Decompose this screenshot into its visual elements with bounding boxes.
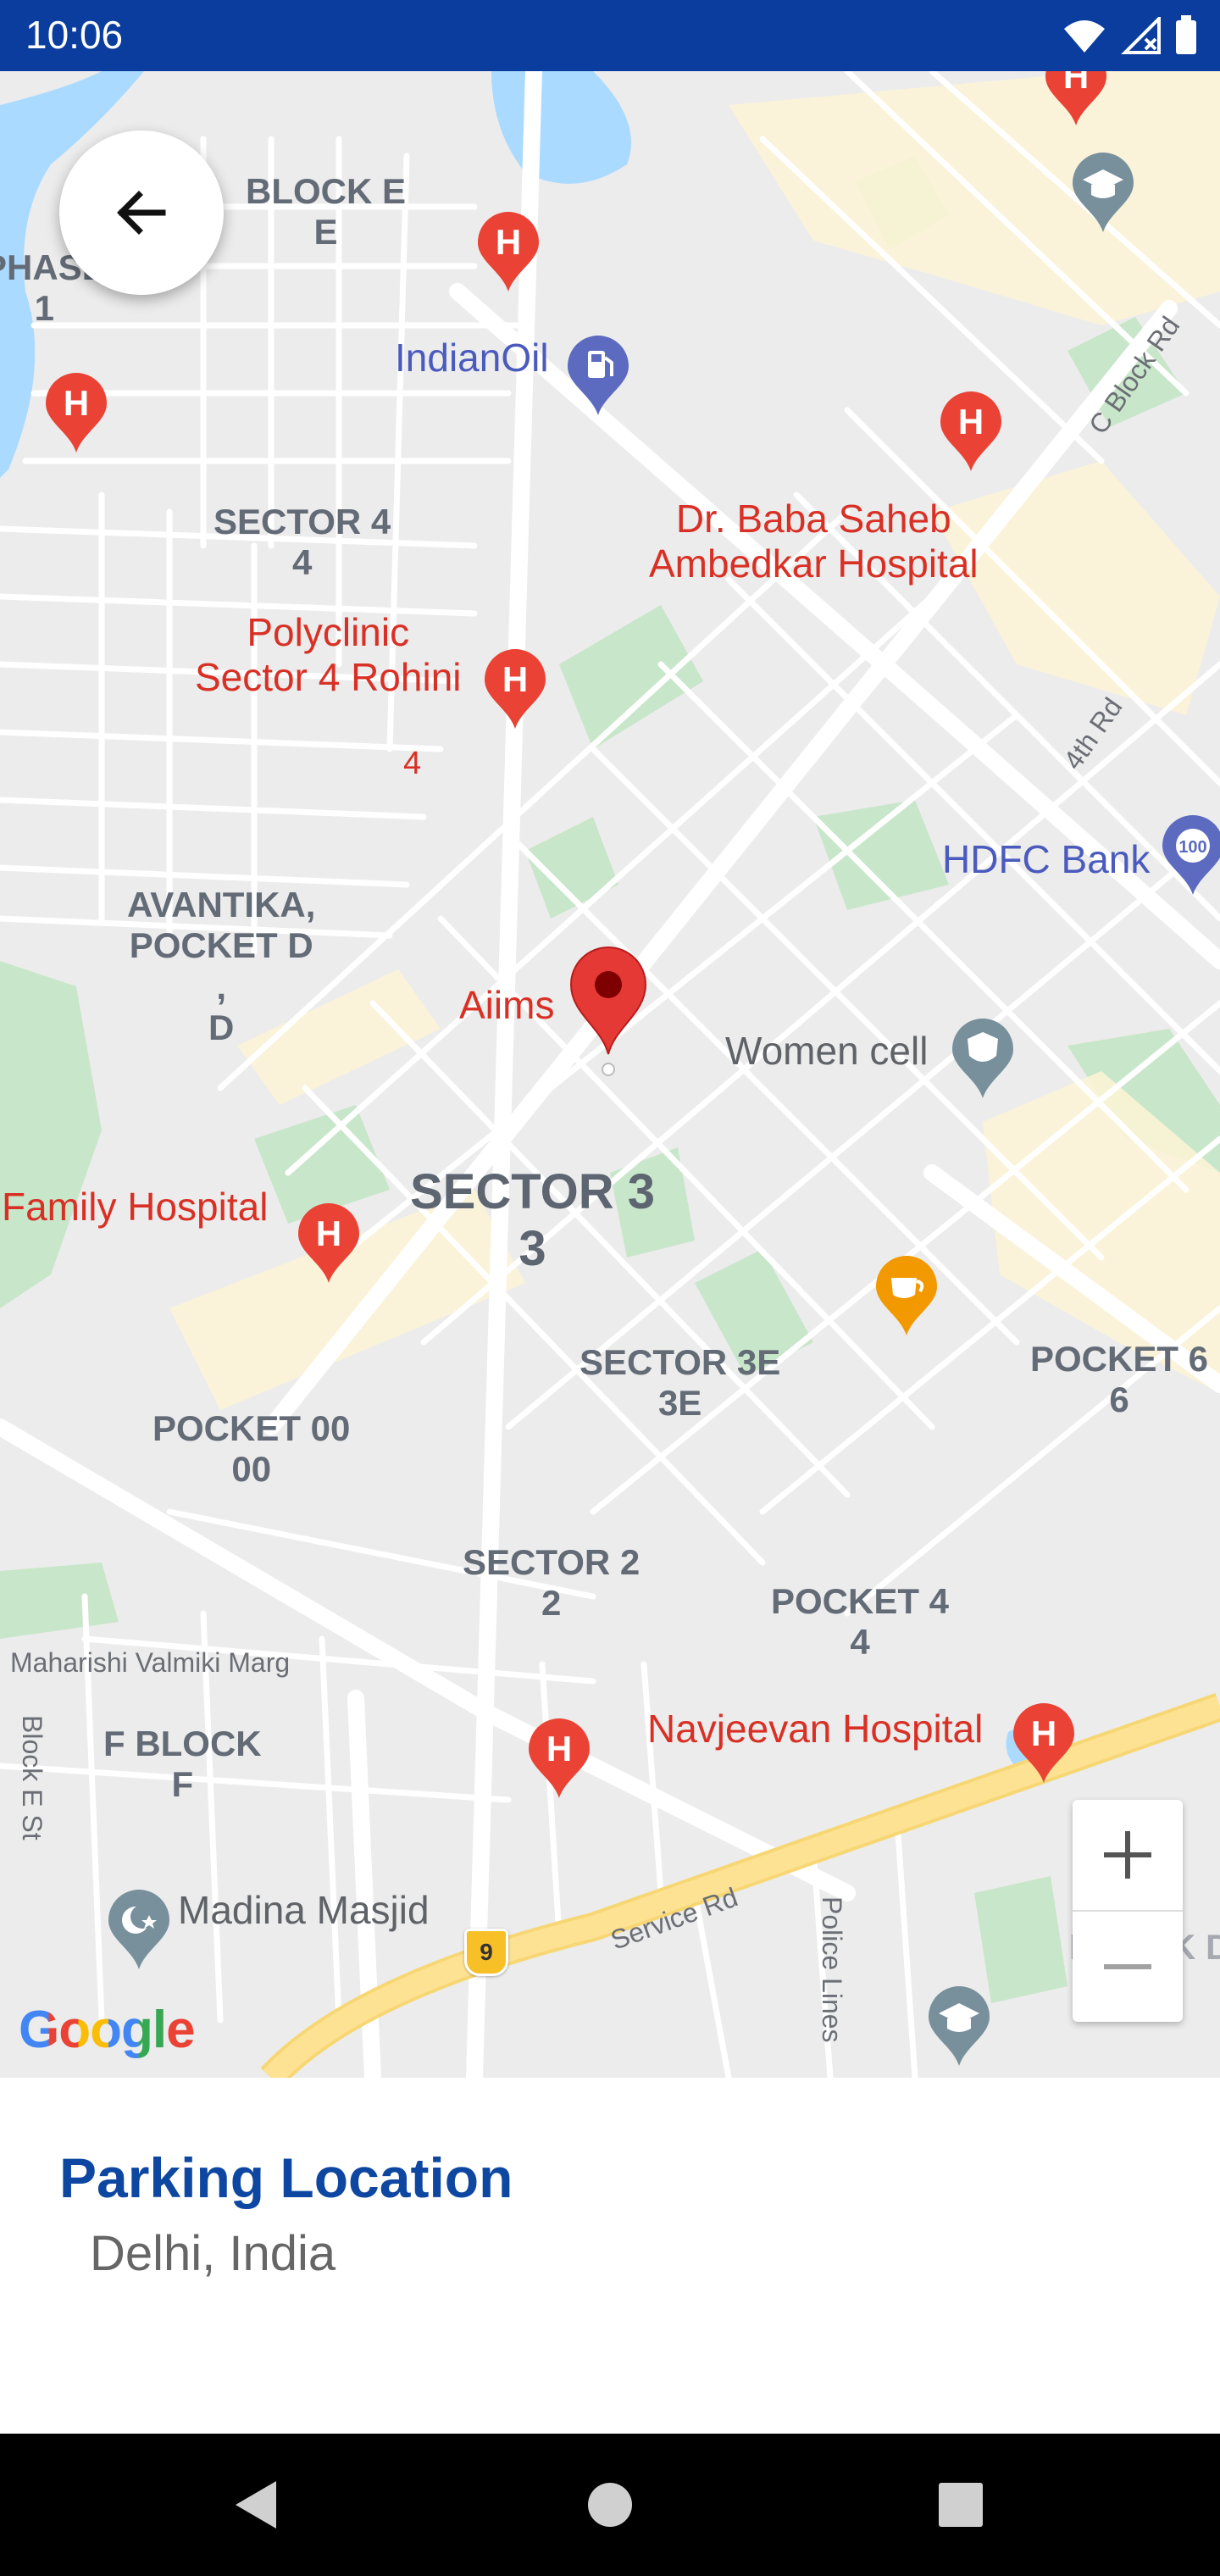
- zoom-controls: [1073, 1800, 1183, 2022]
- google-logo-text: Google: [19, 2001, 196, 2059]
- family-hospital-label[interactable]: Family Hospital: [2, 1185, 268, 1230]
- police-lines-label: Police Lines: [817, 1896, 847, 2043]
- status-icons: [1062, 12, 1198, 59]
- parking-location-title: Parking Location: [59, 2146, 513, 2209]
- zoom-out-button[interactable]: [1073, 1912, 1183, 2022]
- wifi-icon: [1064, 20, 1105, 53]
- cafe-marker-icon[interactable]: [874, 1256, 939, 1337]
- nav-back-button[interactable]: [214, 2462, 298, 2547]
- sector-4-label: SECTOR 4 4: [214, 502, 391, 583]
- signal-icon: [1121, 17, 1161, 54]
- svg-text:H: H: [546, 1729, 572, 1768]
- sector-2-label: SECTOR 2 2: [463, 1542, 640, 1624]
- svg-text:H: H: [958, 402, 984, 441]
- sector-3e-label: SECTOR 3E 3E: [580, 1342, 781, 1424]
- hospital-marker-icon[interactable]: H: [476, 212, 541, 293]
- pocket-4-label: POCKET 4 4: [771, 1581, 950, 1663]
- hospital-marker-icon[interactable]: H: [1012, 1703, 1076, 1785]
- svg-text:H: H: [502, 659, 528, 699]
- bank-marker-icon[interactable]: 100: [1161, 815, 1220, 897]
- location-info-panel: Parking Location Delhi, India: [0, 2078, 1220, 2434]
- zoom-in-button[interactable]: [1073, 1800, 1183, 1912]
- block-e-label: BLOCK E E: [246, 171, 406, 253]
- aiims-label[interactable]: Aiims: [459, 983, 554, 1028]
- polyclinic-label[interactable]: Polyclinic Sector 4 Rohini: [195, 610, 462, 700]
- route-9-shield: 9: [464, 1929, 508, 1976]
- route-9-label: 9: [480, 1939, 493, 1965]
- madina-masjid-label[interactable]: Madina Masjid: [178, 1888, 430, 1933]
- hdfc-bank-label[interactable]: HDFC Bank: [942, 837, 1150, 882]
- arrow-left-icon: [117, 191, 166, 235]
- women-cell-label[interactable]: Women cell: [725, 1029, 928, 1074]
- police-marker-icon[interactable]: [951, 1019, 1015, 1100]
- svg-text:H: H: [496, 222, 521, 262]
- baba-saheb-hospital-label[interactable]: Dr. Baba Saheb Ambedkar Hospital: [649, 497, 979, 586]
- f-block-label: F BLOCK F: [103, 1724, 262, 1805]
- selected-location-pin-icon[interactable]: [568, 946, 649, 1090]
- plus-icon: [1104, 1831, 1151, 1879]
- svg-text:H: H: [1063, 71, 1089, 96]
- battery-icon: [1176, 15, 1196, 54]
- svg-text:H: H: [1031, 1713, 1056, 1753]
- block-e-st-label: Block E St: [17, 1715, 47, 1840]
- svg-text:100: 100: [1178, 838, 1206, 857]
- navjeevan-hospital-label[interactable]: Navjeevan Hospital: [647, 1707, 983, 1752]
- google-logo: Google: [19, 2000, 196, 2060]
- nav-home-button[interactable]: [568, 2462, 652, 2547]
- hospital-marker-icon[interactable]: H: [297, 1203, 361, 1285]
- school-marker-icon[interactable]: [1071, 153, 1135, 234]
- mosque-marker-icon[interactable]: [107, 1890, 171, 1971]
- pocket-6-label: POCKET 6 6: [1030, 1339, 1209, 1420]
- map-view[interactable]: BLOCK E E PHASE 1 SECTOR 4 4 AVANTIKA, P…: [0, 71, 1220, 2078]
- gas-station-marker-icon[interactable]: [566, 336, 630, 417]
- indianoil-label[interactable]: IndianOil: [395, 336, 549, 380]
- hospital-marker-icon[interactable]: H: [1044, 71, 1108, 127]
- nav-recents-button[interactable]: [918, 2462, 1003, 2547]
- school-marker-icon[interactable]: [927, 1986, 991, 2068]
- back-button[interactable]: [59, 130, 224, 295]
- svg-text:H: H: [64, 383, 89, 423]
- status-bar: 10:06: [0, 0, 1220, 71]
- maharishi-valmiki-marg-label: Maharishi Valmiki Marg: [10, 1647, 291, 1678]
- home-nav-icon: [588, 2483, 632, 2527]
- parking-location-address: Delhi, India: [90, 2226, 336, 2281]
- status-time: 10:06: [25, 13, 124, 57]
- system-nav-bar: [0, 2434, 1220, 2576]
- hospital-marker-icon[interactable]: H: [483, 649, 547, 730]
- hospital-marker-icon[interactable]: H: [527, 1718, 591, 1800]
- pocket-00-label: POCKET 00 00: [152, 1408, 351, 1490]
- sector4-number-label: 4: [403, 746, 422, 781]
- sector-3-label: SECTOR 3 3: [410, 1164, 656, 1276]
- recents-nav-icon: [939, 2483, 983, 2527]
- hospital-marker-icon[interactable]: H: [939, 391, 1003, 473]
- back-nav-icon: [236, 2481, 276, 2529]
- hospital-marker-icon[interactable]: H: [44, 373, 108, 454]
- avantika-label: AVANTIKA, POCKET D , D: [127, 885, 316, 1047]
- minus-icon: [1104, 1964, 1151, 1969]
- svg-text:H: H: [316, 1213, 341, 1253]
